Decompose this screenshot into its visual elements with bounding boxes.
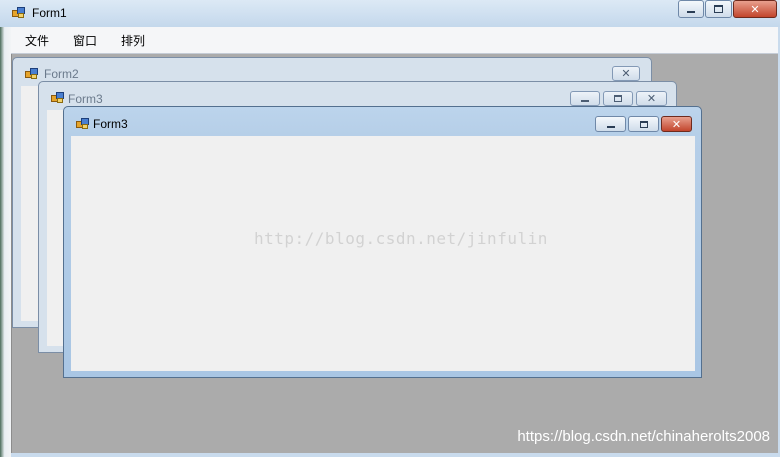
- form3-active-close-button[interactable]: ✕: [661, 116, 692, 132]
- form-app-icon: [51, 92, 65, 104]
- minimize-icon: [687, 11, 695, 13]
- maximize-icon: [614, 95, 622, 102]
- form3-active-minimize-button[interactable]: [595, 116, 626, 132]
- maximize-icon: [639, 120, 648, 128]
- child-title-form3-active: Form3: [93, 117, 128, 131]
- form3-active-maximize-button[interactable]: [628, 116, 659, 132]
- watermark-corner-url: https://blog.csdn.net/chinaherolts2008: [517, 428, 770, 445]
- child-title-form3-middle: Form3: [68, 92, 103, 106]
- form3-active-client-area: [71, 136, 695, 371]
- maximize-icon: [714, 5, 723, 13]
- child-title-form2: Form2: [44, 67, 79, 81]
- form-app-icon: [12, 7, 26, 19]
- desktop-background-edge: [0, 27, 11, 457]
- form3-middle-minimize-button[interactable]: [570, 91, 600, 106]
- minimize-icon: [581, 100, 589, 102]
- close-icon: ✕: [621, 67, 631, 80]
- menu-item-file[interactable]: 文件: [15, 32, 59, 49]
- close-icon: ✕: [750, 2, 760, 16]
- menu-item-arrange[interactable]: 排列: [111, 32, 155, 49]
- close-icon: ✕: [671, 117, 682, 131]
- form1-window: Form1 ✕ 文件 窗口 排列 Form2 ✕ Form3 ✕ Form3 ✕…: [0, 0, 780, 457]
- minimize-icon: [606, 125, 615, 128]
- close-icon: ✕: [646, 92, 657, 105]
- form1-minimize-button[interactable]: [678, 0, 704, 18]
- form-app-icon: [76, 118, 90, 130]
- form-app-icon: [25, 68, 39, 80]
- form2-close-button[interactable]: ✕: [612, 66, 640, 81]
- form1-maximize-button[interactable]: [705, 0, 732, 18]
- menu-strip: 文件 窗口 排列: [11, 27, 778, 54]
- form3-middle-close-button[interactable]: ✕: [636, 91, 667, 106]
- form1-close-button[interactable]: ✕: [733, 0, 777, 18]
- form3-middle-maximize-button[interactable]: [603, 91, 633, 106]
- form1-title: Form1: [32, 6, 67, 20]
- watermark-blog-url: http://blog.csdn.net/jinfulin: [254, 229, 548, 248]
- menu-item-window[interactable]: 窗口: [63, 32, 107, 49]
- form1-title-bar[interactable]: Form1 ✕: [0, 0, 780, 27]
